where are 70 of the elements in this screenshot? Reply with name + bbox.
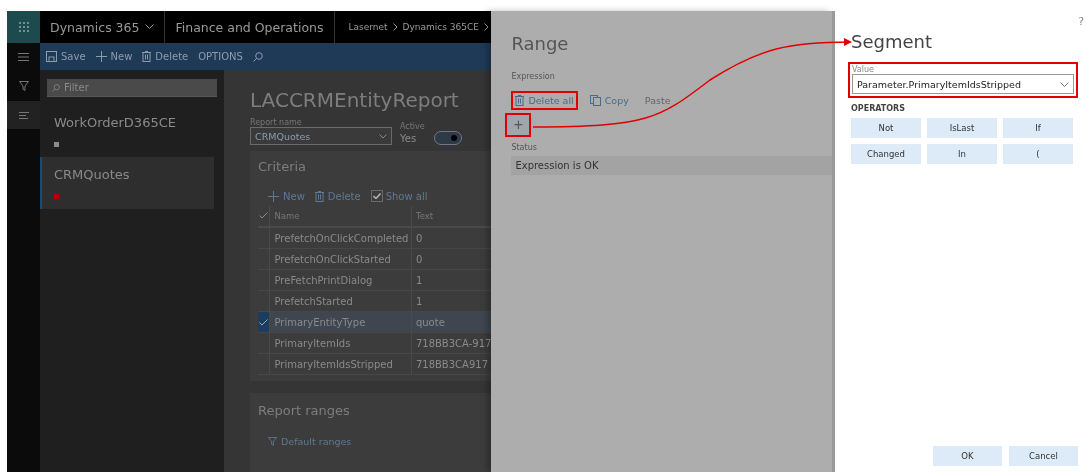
search-icon	[52, 84, 60, 92]
table-cell: PrefetchOnClickCompleted	[270, 227, 412, 249]
column-header[interactable]: Name	[270, 206, 412, 227]
operator-button[interactable]: IsLast	[927, 118, 997, 138]
checkmark-icon[interactable]	[259, 212, 269, 219]
section-title: Criteria	[258, 159, 308, 174]
table-cell: PrimaryItemIdsStripped	[270, 353, 412, 375]
save-icon	[46, 51, 57, 62]
filter-field[interactable]: Filter	[47, 79, 217, 97]
menu-icon[interactable]	[18, 52, 29, 61]
copy-button[interactable]: Copy	[585, 91, 633, 110]
toolbar-button[interactable]: Save	[46, 51, 86, 62]
chevron-down-icon[interactable]	[145, 24, 155, 30]
dialog-button[interactable]: Cancel	[1009, 446, 1078, 466]
default-ranges-link[interactable]: Default ranges	[281, 436, 352, 447]
field-label: Active	[400, 122, 426, 131]
panel-title: Range	[511, 33, 570, 54]
product-name[interactable]: Dynamics 365	[50, 19, 140, 35]
status-field: Expression is OK	[511, 156, 832, 175]
operator-button[interactable]: If	[1003, 118, 1073, 138]
filter-icon[interactable]	[18, 81, 29, 91]
list-item[interactable]: CRMQuotes	[40, 157, 214, 209]
table-cell: PrefetchOnClickStarted	[270, 248, 412, 270]
delete-button[interactable]: Delete all	[511, 91, 578, 110]
toolbar-button[interactable]: Delete	[314, 190, 361, 202]
checkbox[interactable]	[370, 190, 383, 202]
trash-icon	[142, 51, 152, 62]
checkbox-label: Show all	[385, 190, 428, 202]
table-cell: PreFetchPrintDialog	[270, 269, 412, 291]
panel-title: Segment	[851, 31, 933, 52]
table-cell: PrimaryItemIds	[270, 332, 412, 354]
value-dropdown[interactable]: Value Parameter.PrimaryItemIdsStripped	[848, 62, 1078, 98]
app-launcher-icon[interactable]	[18, 22, 29, 32]
section-label: OPERATORS	[851, 104, 907, 113]
trash-icon	[314, 190, 324, 202]
breadcrumb-link[interactable]: Lasernet	[348, 22, 388, 32]
copy-icon	[589, 95, 601, 106]
chevron-down-icon[interactable]	[379, 133, 387, 139]
toolbar-button[interactable]: New	[268, 190, 305, 202]
filter-icon	[268, 437, 277, 446]
paste-button[interactable]: Paste	[640, 91, 675, 110]
chevron-down-icon[interactable]	[1060, 81, 1069, 87]
help-button[interactable]: ?	[1078, 15, 1084, 28]
plus-icon	[95, 51, 107, 62]
chevron-right-icon	[483, 23, 489, 31]
operator-button[interactable]: (	[1003, 144, 1073, 164]
report-name-dropdown[interactable]: CRMQuotes	[250, 127, 392, 145]
dialog-button[interactable]: OK	[933, 446, 1002, 466]
operator-button[interactable]: Not	[851, 118, 921, 138]
section-title: Report ranges	[258, 403, 351, 418]
form-title: LACCRMEntityReport	[250, 88, 460, 112]
toolbar-button[interactable]: New	[95, 51, 133, 62]
add-button[interactable]: +	[505, 113, 532, 137]
plus-icon	[268, 190, 279, 202]
toolbar-button[interactable]: OPTIONS	[198, 51, 243, 62]
operator-button[interactable]: In	[927, 144, 997, 164]
table-cell: PrefetchStarted	[270, 290, 412, 312]
field-label: Expression	[511, 72, 556, 81]
field-label: Status	[511, 143, 538, 152]
active-toggle[interactable]	[434, 131, 463, 145]
toggle-label: Yes	[400, 132, 417, 144]
checkmark-icon[interactable]	[259, 318, 269, 326]
toolbar-button[interactable]: Delete	[142, 51, 189, 62]
list-item[interactable]: WorkOrderD365CE	[40, 105, 214, 157]
search-icon[interactable]	[252, 51, 263, 62]
operator-button[interactable]: Changed	[851, 144, 921, 164]
chevron-right-icon	[392, 23, 398, 31]
breadcrumb-link[interactable]: Dynamics 365CE	[402, 22, 479, 32]
trash-icon	[515, 95, 525, 106]
list-icon[interactable]	[18, 111, 29, 119]
